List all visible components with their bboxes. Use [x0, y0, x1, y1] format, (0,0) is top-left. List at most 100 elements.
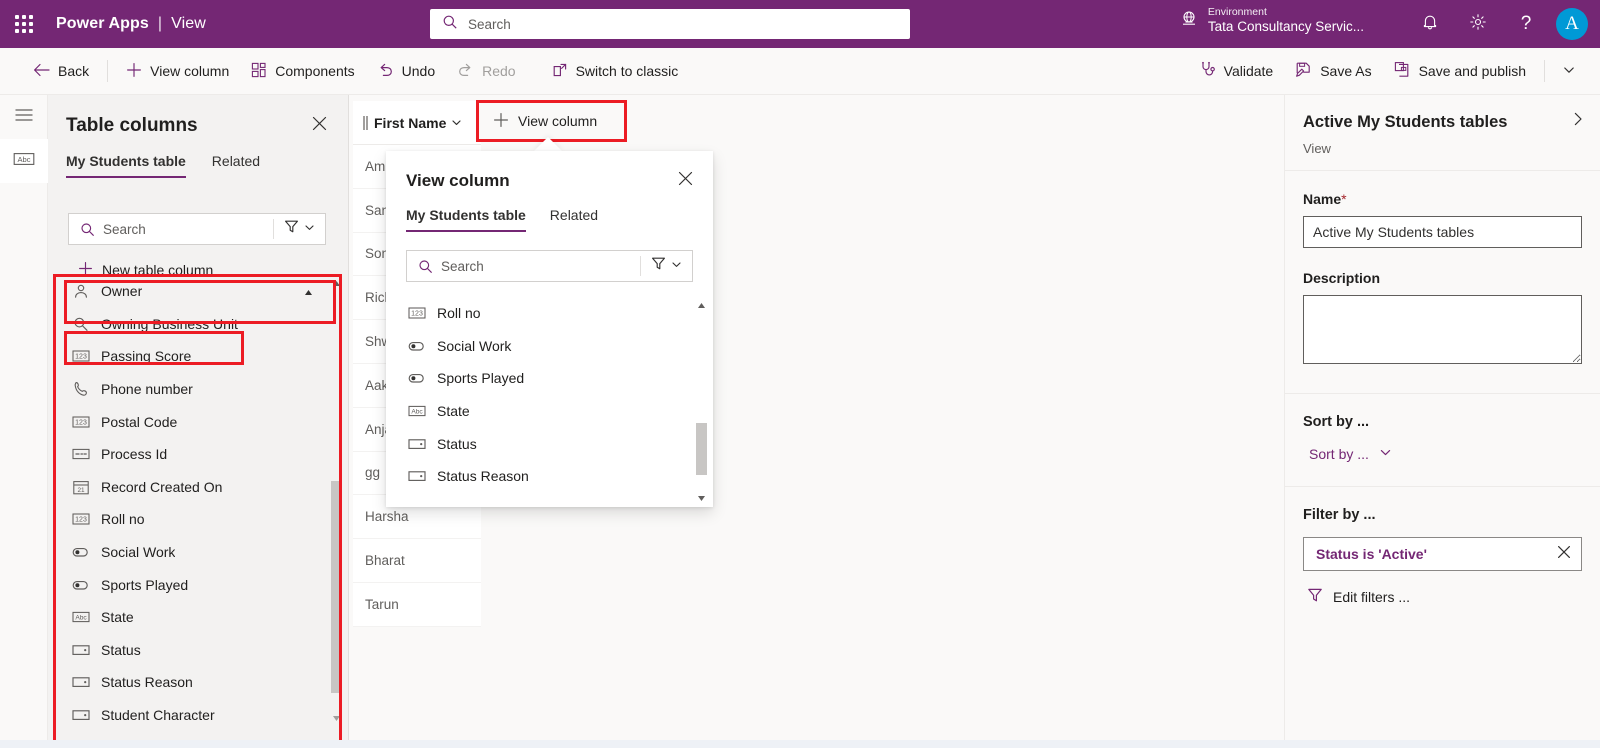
- gear-icon: [1469, 13, 1487, 36]
- scrollbar-thumb[interactable]: [331, 481, 342, 693]
- table-column-row[interactable]: 123 Passing Score: [60, 340, 345, 373]
- back-button[interactable]: Back: [22, 54, 100, 88]
- global-search-input[interactable]: Search: [430, 9, 910, 39]
- switch-to-classic-label: Switch to classic: [575, 63, 679, 79]
- callout-scrollbar[interactable]: [695, 297, 708, 507]
- table-column-row[interactable]: 21 Record Created On: [60, 471, 345, 504]
- callout-column-row[interactable]: Social Work: [386, 330, 713, 363]
- settings-button[interactable]: [1454, 0, 1502, 48]
- callout-scrollbar-thumb[interactable]: [696, 423, 707, 475]
- notifications-button[interactable]: [1406, 0, 1454, 48]
- callout-tab-related[interactable]: Related: [550, 207, 598, 232]
- table-column-row[interactable]: 123 Roll no: [60, 503, 345, 536]
- table-column-row[interactable]: Sports Played: [60, 568, 345, 601]
- table-column-row[interactable]: Owning Business Unit: [60, 308, 345, 341]
- table-column-row[interactable]: 123 Postal Code: [60, 405, 345, 438]
- search-input[interactable]: Search: [68, 213, 326, 245]
- validate-button[interactable]: Validate: [1188, 54, 1285, 88]
- tab-related[interactable]: Related: [212, 153, 260, 178]
- save-and-publish-label: Save and publish: [1418, 63, 1526, 79]
- table-column-row[interactable]: Owner: [60, 275, 345, 308]
- table-column-row[interactable]: Status: [60, 634, 345, 667]
- table-row[interactable]: Tarun: [353, 582, 481, 627]
- cell-first-name: gg: [365, 465, 381, 481]
- scroll-up-button[interactable]: [330, 277, 343, 290]
- avatar-initial: A: [1565, 13, 1579, 34]
- redo-label: Redo: [482, 63, 516, 79]
- save-and-publish-button[interactable]: Save and publish: [1383, 54, 1537, 88]
- waffle-menu-button[interactable]: [0, 0, 48, 48]
- table-column-row[interactable]: Status Reason: [60, 666, 345, 699]
- command-overflow-button[interactable]: [1552, 54, 1586, 88]
- rail-item-columns[interactable]: Abc: [0, 139, 48, 183]
- callout-column-row[interactable]: Abc State: [386, 395, 713, 428]
- components-label: Components: [275, 63, 355, 79]
- svg-text:123: 123: [75, 354, 87, 361]
- callout-tab-my-students-table[interactable]: My Students table: [406, 207, 526, 232]
- table-column-row[interactable]: Social Work: [60, 536, 345, 569]
- close-table-columns-button[interactable]: [309, 113, 330, 139]
- view-column-command[interactable]: View column: [115, 54, 240, 88]
- table-column-row[interactable]: Process Id: [60, 438, 345, 471]
- add-view-column-button[interactable]: View column: [477, 101, 614, 141]
- environment-name: Tata Consultancy Servic...: [1207, 19, 1364, 35]
- callout-column-row[interactable]: Status Reason: [386, 460, 713, 493]
- callout-filter-button[interactable]: [641, 256, 692, 276]
- name-field[interactable]: [1303, 216, 1582, 248]
- callout-column-row[interactable]: Status: [386, 427, 713, 460]
- edit-filters-button[interactable]: Edit filters ...: [1303, 587, 1582, 606]
- avatar[interactable]: A: [1556, 8, 1588, 40]
- callout-beak: [533, 137, 563, 152]
- grid-column-header-first-name[interactable]: First Name: [353, 101, 481, 145]
- callout-column-row[interactable]: Sports Played: [386, 362, 713, 395]
- sort-by-dropdown[interactable]: Sort by ...: [1303, 446, 1582, 462]
- lookup-icon: [72, 316, 90, 332]
- properties-general-section: Name* Description: [1285, 171, 1600, 394]
- description-field[interactable]: [1303, 295, 1582, 364]
- table-row[interactable]: Bharat: [353, 539, 481, 583]
- filter-pill[interactable]: Status is 'Active': [1303, 537, 1582, 571]
- close-icon: [678, 171, 693, 190]
- undo-label: Undo: [401, 63, 436, 79]
- callout-column-label: Status Reason: [437, 468, 529, 485]
- components-command[interactable]: Components: [240, 54, 365, 88]
- tab-my-students-table[interactable]: My Students table: [66, 153, 186, 178]
- brand-title[interactable]: Power Apps | View: [48, 15, 206, 33]
- bell-icon: [1421, 13, 1439, 36]
- stethoscope-icon: [1199, 61, 1216, 81]
- scroll-down-button[interactable]: [330, 712, 343, 725]
- callout-scroll-down-button[interactable]: [695, 492, 708, 505]
- table-column-row[interactable]: Student Character: [60, 699, 345, 727]
- table-column-label: Roll no: [101, 511, 145, 528]
- command-divider: [107, 60, 109, 82]
- remove-filter-button[interactable]: [1557, 545, 1571, 564]
- callout-column-row[interactable]: 123 Roll no: [386, 297, 713, 330]
- unique-id-icon: [72, 446, 90, 462]
- required-asterisk: *: [1341, 191, 1347, 207]
- chevron-down-icon: [1562, 63, 1576, 80]
- callout-scroll-up-button[interactable]: [695, 299, 708, 312]
- callout-search-input[interactable]: Search: [406, 250, 693, 282]
- command-bar: Back View column Components Undo Redo Sw…: [0, 48, 1600, 95]
- chevron-down-icon[interactable]: [451, 115, 462, 131]
- column-resize-handle[interactable]: [363, 115, 365, 130]
- table-column-label: Status Reason: [101, 674, 193, 691]
- help-button[interactable]: ?: [1502, 0, 1550, 48]
- table-column-label: Postal Code: [101, 413, 178, 430]
- column-filter-button[interactable]: [274, 219, 325, 239]
- table-column-row[interactable]: Abc State: [60, 601, 345, 634]
- table-column-label: Sports Played: [101, 576, 189, 593]
- properties-subtitle: View: [1303, 141, 1331, 156]
- table-columns-scrollbar[interactable]: [330, 275, 343, 727]
- expand-properties-button[interactable]: [1570, 111, 1586, 132]
- switch-to-classic-command[interactable]: Switch to classic: [541, 54, 690, 88]
- save-as-button[interactable]: Save As: [1284, 54, 1382, 88]
- environment-selector[interactable]: Environment Tata Consultancy Servic...: [1179, 6, 1364, 36]
- table-column-row[interactable]: Phone number: [60, 373, 345, 406]
- choice-icon: [408, 436, 426, 452]
- close-callout-button[interactable]: [678, 171, 693, 191]
- brand-name: Power Apps: [56, 15, 149, 32]
- undo-command[interactable]: Undo: [366, 54, 446, 88]
- callout-column-label: Roll no: [437, 305, 481, 322]
- rail-item-hamburger[interactable]: [0, 95, 48, 139]
